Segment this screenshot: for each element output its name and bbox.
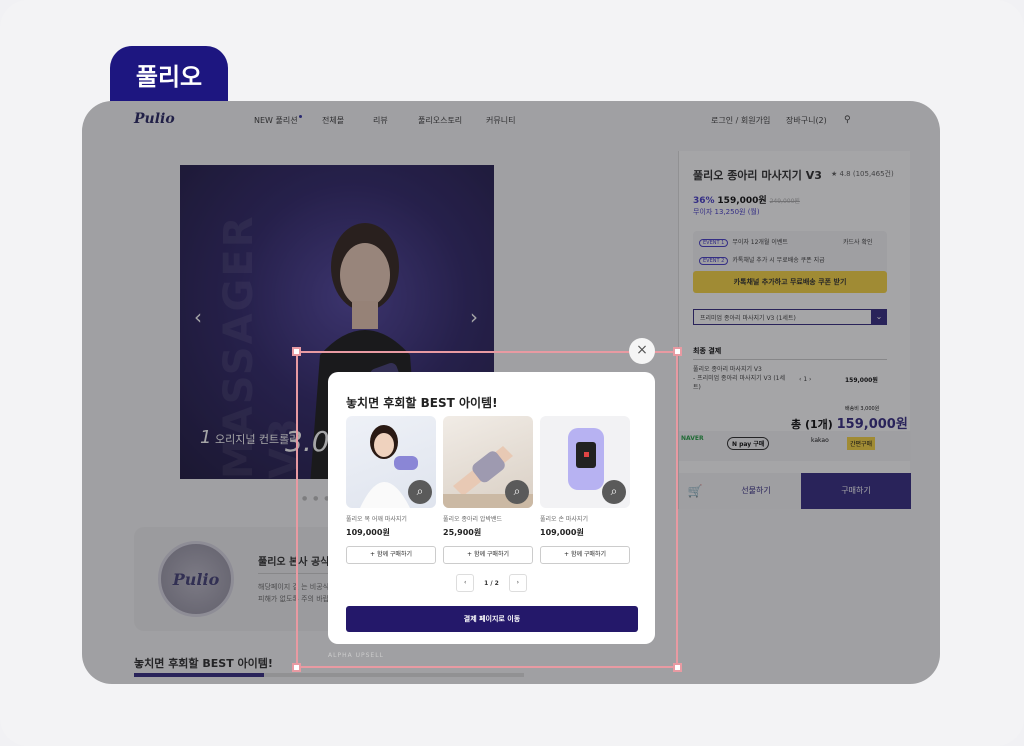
product-price: 109,000원 [346, 528, 390, 537]
product-price: 109,000원 [540, 528, 584, 537]
checkout-button[interactable]: 결제 페이지로 이동 [346, 606, 638, 632]
product-price: 25,900원 [443, 528, 482, 537]
selection-handle-br[interactable] [673, 663, 682, 672]
selection-handle-tr[interactable] [673, 347, 682, 356]
add-together-button[interactable]: + 함께 구매하기 [346, 546, 436, 564]
product-card: ⌕ 풀리오 손 마사지기 109,000원 + 함께 구매하기 [540, 416, 630, 564]
browser-frame: Pulio NEW 풀리션 전체몰 리뷰 풀리오스토리 커뮤니티 로그인 / 회… [82, 101, 940, 684]
product-image[interactable]: ⌕ [443, 416, 533, 508]
pagination: ‹ 1 / 2 › [328, 574, 655, 592]
product-name: 풀리오 목 어깨 마사지기 [346, 516, 407, 523]
selection-handle-tl[interactable] [292, 347, 301, 356]
page-indicator: 1 / 2 [484, 579, 499, 587]
selection-handle-bl[interactable] [292, 663, 301, 672]
zoom-icon[interactable]: ⌕ [505, 480, 529, 504]
add-together-button[interactable]: + 함께 구매하기 [540, 546, 630, 564]
zoom-icon[interactable]: ⌕ [602, 480, 626, 504]
product-card: ⌕ 풀리오 목 어깨 마사지기 109,000원 + 함께 구매하기 [346, 416, 436, 564]
brand-tag: 풀리오 [110, 46, 228, 102]
product-name: 풀리오 손 마사지기 [540, 516, 588, 523]
showcase-card: 풀리오 Pulio NEW 풀리션 전체몰 리뷰 풀리오스토리 커뮤니티 로그인… [0, 0, 1024, 746]
modal-title: 놓치면 후회할 BEST 아이템! [346, 396, 498, 410]
zoom-icon[interactable]: ⌕ [408, 480, 432, 504]
close-icon[interactable]: × [629, 338, 655, 364]
upsell-brand: ALPHA UPSELL [328, 652, 384, 659]
product-image[interactable]: ⌕ [540, 416, 630, 508]
product-image[interactable]: ⌕ [346, 416, 436, 508]
next-page-button[interactable]: › [508, 574, 527, 592]
product-name: 풀리오 종아리 압박밴드 [443, 516, 503, 523]
add-together-button[interactable]: + 함께 구매하기 [443, 546, 533, 564]
prev-page-button[interactable]: ‹ [456, 574, 475, 592]
upsell-modal: 놓치면 후회할 BEST 아이템! ⌕ 풀리오 목 어깨 마사지기 109,00… [328, 372, 655, 644]
product-card: ⌕ 풀리오 종아리 압박밴드 25,900원 + 함께 구매하기 [443, 416, 533, 564]
